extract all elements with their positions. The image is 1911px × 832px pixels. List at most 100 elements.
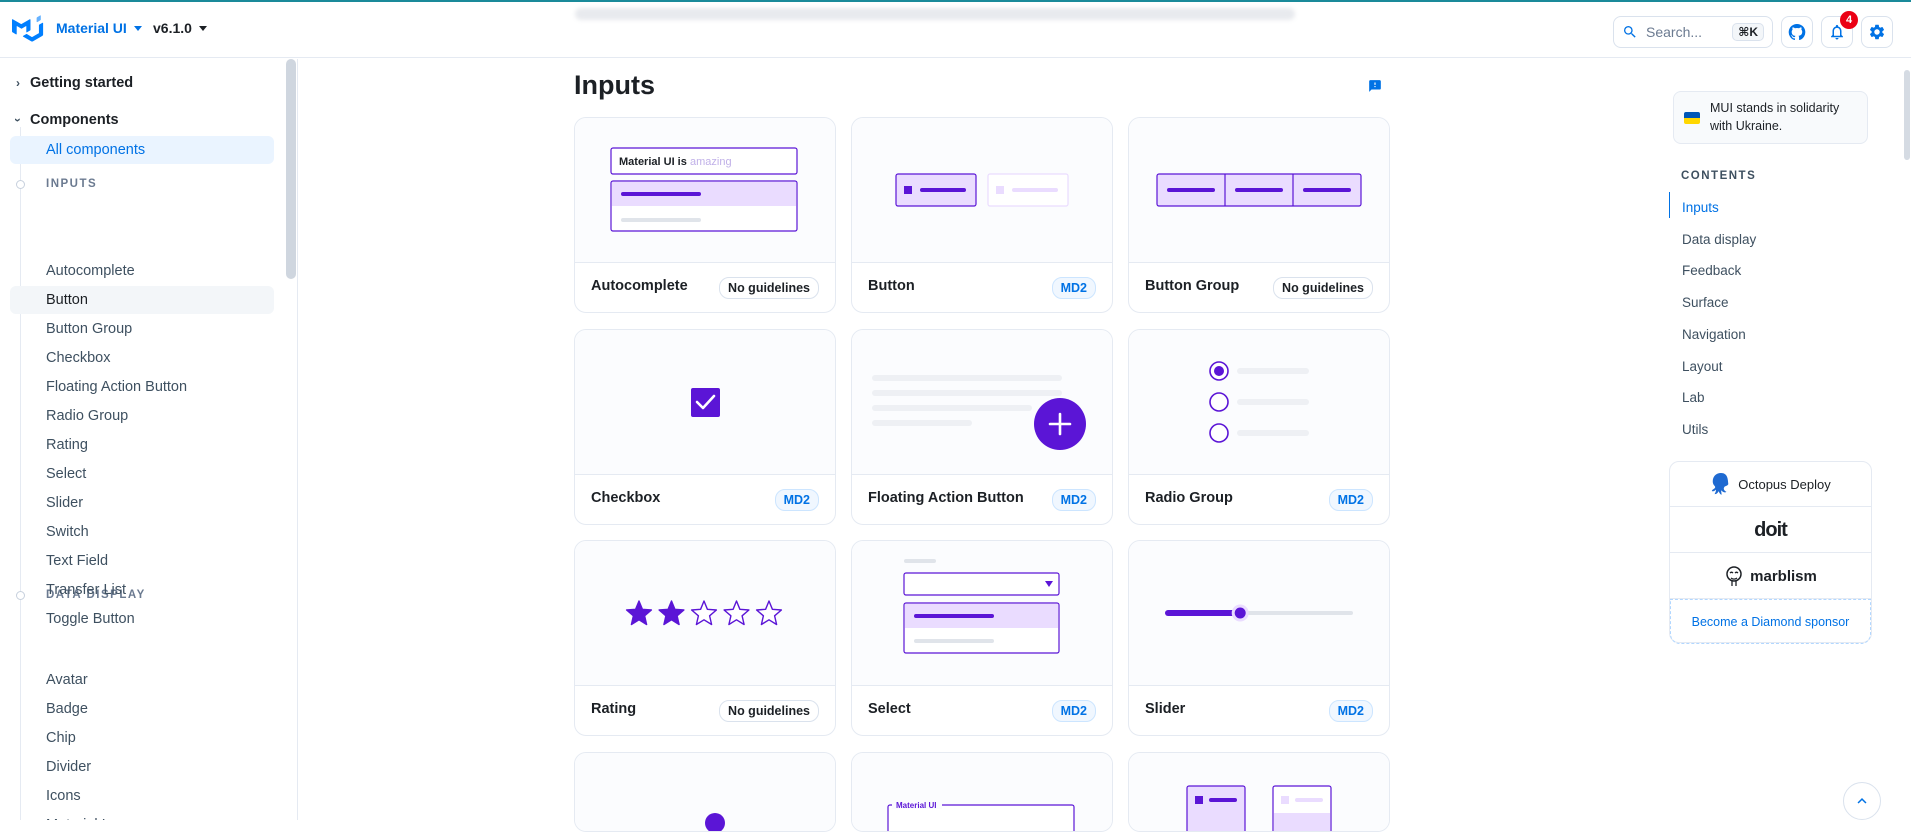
settings-button[interactable]	[1861, 16, 1893, 48]
sidebar-group-inputs: INPUTS	[46, 178, 98, 190]
chevron-down-icon	[133, 25, 142, 31]
sidebar-item-chip[interactable]: Chip	[10, 724, 274, 752]
component-card-transfer-list[interactable]	[1128, 752, 1390, 832]
sidebar-item-avatar[interactable]: Avatar	[10, 666, 274, 694]
sidebar-item-badge[interactable]: Badge	[10, 695, 274, 723]
card-name: Select	[868, 701, 911, 717]
button-group-illustration	[1156, 173, 1362, 207]
toc-item-utils[interactable]: Utils	[1682, 422, 1708, 437]
sidebar-item-select[interactable]: Select	[10, 460, 274, 488]
card-preview	[1129, 118, 1389, 263]
fab-illustration	[872, 375, 1086, 450]
card-name: Autocomplete	[591, 278, 688, 294]
text-field-illustration: Material UI	[887, 799, 1075, 831]
guidelines-chip: No guidelines	[719, 277, 819, 299]
sidebar-item-all-components[interactable]: All components	[10, 136, 274, 164]
search-button[interactable]: Search... ⌘K	[1613, 16, 1773, 48]
preview-text: Material UI is	[619, 156, 687, 168]
toc-item-layout[interactable]: Layout	[1682, 359, 1723, 374]
sidebar-item-label: Avatar	[46, 672, 88, 688]
sponsor-doit[interactable]: doit	[1670, 508, 1871, 553]
sidebar-section-getting-started[interactable]: › Getting started	[16, 75, 133, 91]
toc-item-feedback[interactable]: Feedback	[1682, 263, 1741, 278]
toc-item-inputs[interactable]: Inputs	[1682, 200, 1719, 215]
product-menu[interactable]: Material UI	[56, 20, 142, 36]
card-preview	[852, 541, 1112, 686]
toc-item-surface[interactable]: Surface	[1682, 295, 1729, 310]
sidebar-item-autocomplete[interactable]: Autocomplete	[10, 257, 274, 285]
octopus-logo-icon	[1712, 473, 1729, 495]
component-card-slider[interactable]: Slider MD2	[1128, 540, 1390, 736]
github-button[interactable]	[1781, 16, 1813, 48]
sidebar-item-slider[interactable]: Slider	[10, 489, 274, 517]
notifications-button[interactable]: 4	[1821, 11, 1858, 48]
ukraine-text: MUI stands in solidarity with Ukraine.	[1710, 101, 1840, 133]
component-card-button-group[interactable]: Button Group No guidelines	[1128, 117, 1390, 313]
sidebar-section-components[interactable]: › Components	[11, 112, 119, 128]
sidebar-item-floating-action-button[interactable]: Floating Action Button	[10, 373, 274, 401]
sidebar-item-label: Divider	[46, 759, 92, 775]
mui-logo-icon[interactable]	[12, 14, 44, 44]
back-to-top-button[interactable]	[1843, 782, 1881, 820]
chevron-down-icon	[198, 25, 207, 31]
component-card-floating-action-button[interactable]: Floating Action Button MD2	[851, 329, 1113, 525]
sponsor-name: Octopus Deploy	[1738, 476, 1831, 492]
sidebar-item-switch[interactable]: Switch	[10, 518, 274, 546]
guidelines-chip: MD2	[1051, 489, 1096, 511]
component-card-button[interactable]: Button MD2	[851, 117, 1113, 313]
version-menu[interactable]: v6.1.0	[153, 20, 207, 36]
guidelines-chip: MD2	[1051, 700, 1096, 722]
sidebar-scrollbar[interactable]	[286, 59, 296, 279]
sidebar-item-label: Text Field	[46, 553, 109, 569]
radio-group-illustration	[1209, 361, 1309, 443]
guidelines-chip: MD2	[1328, 489, 1373, 511]
sidebar-item-label: All components	[46, 142, 146, 158]
ukraine-banner[interactable]: MUI stands in solidarity with Ukraine.	[1673, 91, 1868, 144]
sponsor-octopus-deploy[interactable]: Octopus Deploy	[1670, 462, 1871, 507]
component-card-radio-group[interactable]: Radio Group MD2	[1128, 329, 1390, 525]
slider-illustration	[1165, 604, 1353, 622]
feedback-icon[interactable]	[1368, 79, 1382, 93]
sidebar-item-radio-group[interactable]: Radio Group	[10, 402, 274, 430]
blurred-scrolled-text	[575, 8, 1295, 20]
guidelines-chip: MD2	[1051, 277, 1096, 299]
sidebar-item-button[interactable]: Button	[10, 286, 274, 314]
sponsor-name: doit	[1754, 518, 1788, 541]
component-card-switch[interactable]	[574, 752, 836, 832]
sidebar-item-icons[interactable]: Icons	[10, 782, 274, 810]
sidebar-item-material-icons[interactable]: Material Icons	[10, 811, 274, 820]
component-card-checkbox[interactable]: Checkbox MD2	[574, 329, 836, 525]
sidebar-item-label: Icons	[46, 788, 81, 804]
toc-item-lab[interactable]: Lab	[1682, 390, 1705, 405]
become-sponsor-link[interactable]: Become a Diamond sponsor	[1670, 599, 1871, 644]
page-title: Inputs	[574, 70, 655, 100]
sidebar-item-toggle-button[interactable]: Toggle Button	[10, 605, 274, 633]
ukraine-flag-icon	[1684, 111, 1700, 124]
component-card-autocomplete[interactable]: Material UI is amazing Autocomplete No g…	[574, 117, 836, 313]
page-scrollbar[interactable]	[1904, 70, 1910, 160]
chevron-right-icon: ›	[16, 76, 20, 90]
sidebar-item-label: Slider	[46, 495, 84, 511]
sidebar-item-checkbox[interactable]: Checkbox	[10, 344, 274, 372]
sidebar-item-divider[interactable]: Divider	[10, 753, 274, 781]
sidebar-item-transfer-list[interactable]: Transfer List	[10, 576, 274, 604]
guidelines-chip: MD2	[774, 489, 819, 511]
component-card-select[interactable]: Select MD2	[851, 540, 1113, 736]
card-preview	[852, 330, 1112, 475]
card-name: Slider	[1145, 701, 1186, 717]
search-placeholder: Search...	[1646, 24, 1703, 40]
section-label: Getting started	[30, 75, 134, 91]
star-filled-icon	[658, 600, 685, 626]
toc-item-data-display[interactable]: Data display	[1682, 232, 1756, 247]
sidebar-item-label: Rating	[46, 437, 88, 453]
version-label: v6.1.0	[153, 20, 192, 36]
toc-item-navigation[interactable]: Navigation	[1682, 327, 1746, 342]
sidebar-item-text-field[interactable]: Text Field	[10, 547, 274, 575]
guidelines-chip: No guidelines	[719, 700, 819, 722]
component-card-rating[interactable]: Rating No guidelines	[574, 540, 836, 736]
component-card-text-field[interactable]: Material UI	[851, 752, 1113, 832]
sponsor-marblism[interactable]: marblism	[1670, 554, 1871, 599]
sidebar-item-rating[interactable]: Rating	[10, 431, 274, 459]
slider-thumb	[1231, 604, 1249, 622]
sidebar-item-button-group[interactable]: Button Group	[10, 315, 274, 343]
